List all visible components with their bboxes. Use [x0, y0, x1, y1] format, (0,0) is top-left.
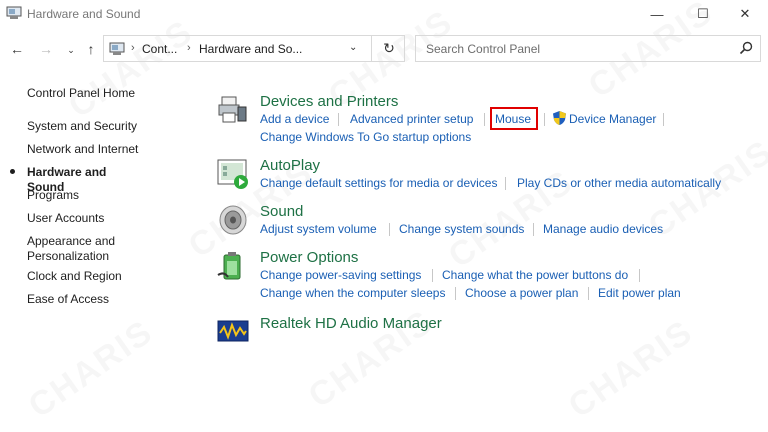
link-change-default-settings-for-media[interactable]: Change default settings for media or dev… — [260, 176, 497, 190]
address-bar[interactable]: › Cont... › Hardware and So... ⌄ ↻ — [103, 35, 405, 62]
link-separator — [533, 223, 534, 236]
speaker-icon — [219, 205, 247, 235]
forward-button[interactable]: → — [37, 40, 55, 58]
breadcrumb-hardware-and-sound[interactable]: Hardware and So... — [199, 42, 302, 56]
link-separator — [544, 113, 545, 126]
link-separator — [588, 287, 589, 300]
control-panel-icon — [109, 42, 125, 55]
link-separator — [338, 113, 339, 126]
link-separator — [389, 223, 390, 236]
link-separator — [663, 113, 664, 126]
title-bar: Hardware and Sound — ☐ ✕ — [0, 0, 768, 30]
autoplay-icon — [217, 159, 248, 189]
search-input[interactable]: Search Control Panel — [426, 42, 540, 56]
address-dropdown-button[interactable]: ⌄ — [349, 42, 357, 53]
link-adjust-system-volume[interactable]: Adjust system volume — [260, 222, 377, 236]
sidebar-item-clock-and-region[interactable]: Clock and Region — [27, 269, 147, 284]
close-button[interactable]: ✕ — [722, 0, 768, 28]
link-separator — [639, 269, 640, 282]
recent-locations-button[interactable]: ⌄ — [62, 41, 80, 59]
link-device-manager[interactable]: Device Manager — [569, 112, 656, 126]
link-change-when-computer-sleeps[interactable]: Change when the computer sleeps — [260, 286, 445, 300]
refresh-button[interactable]: ↻ — [371, 36, 406, 61]
back-button[interactable]: ← — [8, 40, 26, 58]
link-separator — [484, 113, 485, 126]
link-change-power-saving-settings[interactable]: Change power-saving settings — [260, 268, 421, 282]
sidebar-item-control-panel-home[interactable]: Control Panel Home — [27, 86, 147, 101]
window-title: Hardware and Sound — [27, 7, 141, 21]
category-title[interactable]: Power Options — [260, 249, 358, 266]
minimize-button[interactable]: — — [634, 0, 680, 28]
link-advanced-printer-setup[interactable]: Advanced printer setup — [350, 112, 473, 126]
category-title[interactable]: Devices and Printers — [260, 93, 398, 110]
uac-shield-icon — [553, 111, 566, 125]
link-separator — [455, 287, 456, 300]
breadcrumb-separator: › — [131, 42, 135, 54]
link-separator — [505, 177, 506, 190]
sidebar-item-system-and-security[interactable]: System and Security — [27, 119, 147, 134]
breadcrumb-control-panel[interactable]: Cont... — [142, 42, 177, 56]
link-add-a-device[interactable]: Add a device — [260, 112, 329, 126]
category-title[interactable]: AutoPlay — [260, 157, 320, 174]
sidebar-item-user-accounts[interactable]: User Accounts — [27, 211, 147, 226]
breadcrumb-separator: › — [187, 42, 191, 54]
realtek-audio-icon — [217, 320, 249, 342]
link-manage-audio-devices[interactable]: Manage audio devices — [543, 222, 663, 236]
watermark: CHARIS — [22, 313, 161, 427]
link-mouse[interactable]: Mouse — [495, 112, 531, 126]
up-button[interactable]: ↑ — [82, 40, 100, 58]
link-choose-a-power-plan[interactable]: Choose a power plan — [465, 286, 578, 300]
link-change-windows-to-go-startup-options[interactable]: Change Windows To Go startup options — [260, 130, 471, 144]
link-change-system-sounds[interactable]: Change system sounds — [399, 222, 524, 236]
sidebar-item-ease-of-access[interactable]: Ease of Access — [27, 292, 147, 307]
category-title[interactable]: Realtek HD Audio Manager — [260, 315, 442, 332]
link-edit-power-plan[interactable]: Edit power plan — [598, 286, 681, 300]
maximize-button[interactable]: ☐ — [680, 0, 726, 28]
watermark: CHARIS — [562, 313, 701, 427]
sidebar-item-programs[interactable]: Programs — [27, 188, 147, 203]
link-play-cds-automatically[interactable]: Play CDs or other media automatically — [517, 176, 721, 190]
printer-icon — [218, 96, 247, 123]
link-separator — [432, 269, 433, 282]
sidebar-item-appearance-and-personalization[interactable]: Appearance and Personalization — [27, 234, 127, 264]
control-panel-icon — [6, 6, 22, 19]
category-title[interactable]: Sound — [260, 203, 303, 220]
sidebar-item-network-and-internet[interactable]: Network and Internet — [27, 142, 147, 157]
power-options-icon — [217, 252, 241, 280]
navigation-bar: ← → ⌄ ↑ › Cont... › Hardware and So... ⌄… — [0, 30, 768, 68]
link-change-what-power-buttons-do[interactable]: Change what the power buttons do — [442, 268, 628, 282]
search-box[interactable]: Search Control Panel — [415, 35, 761, 62]
active-indicator-bullet — [10, 169, 15, 174]
search-icon[interactable] — [739, 41, 753, 55]
